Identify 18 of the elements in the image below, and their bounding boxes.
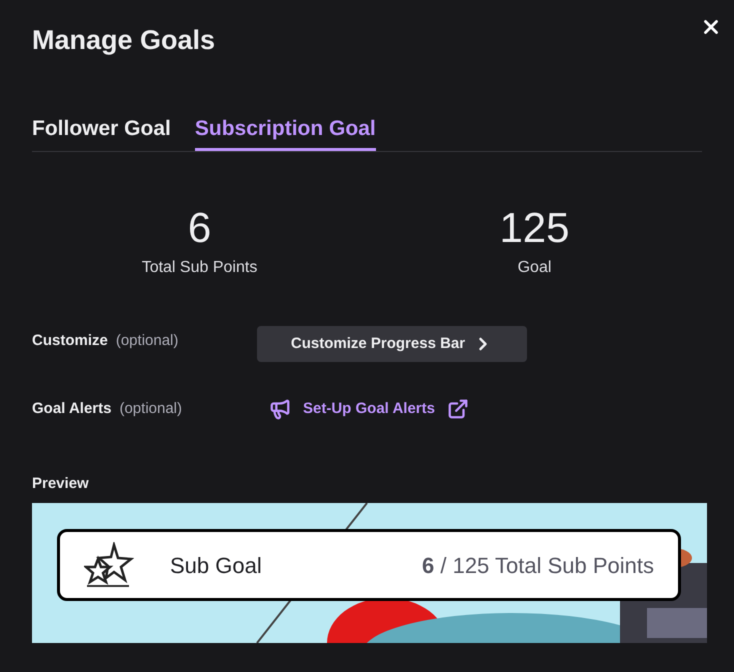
preview-label: Preview — [32, 474, 90, 494]
stat-value: 6 — [188, 204, 212, 252]
goal-tab[interactable]: Follower Goal — [32, 112, 171, 151]
option-label: Customize — [32, 331, 108, 351]
external-link-icon — [446, 398, 469, 420]
stat-value: 125 — [499, 204, 570, 252]
stars-icon — [84, 542, 134, 588]
goal-alerts-link[interactable]: Set-Up Goal Alerts — [269, 398, 469, 420]
stat-label: Total Sub Points — [142, 258, 258, 278]
dialog-title: Manage Goals — [32, 24, 216, 57]
customize-button[interactable]: Customize Progress Bar — [257, 326, 527, 362]
option-label: Goal Alerts — [32, 399, 112, 419]
goal-name: Sub Goal — [170, 552, 262, 580]
option-hint: (optional) — [116, 331, 178, 351]
option-hint: (optional) — [119, 399, 182, 419]
megaphone-icon — [269, 398, 291, 420]
goal-tab[interactable]: Subscription Goal — [194, 112, 376, 151]
stat-label: Goal — [518, 258, 552, 278]
